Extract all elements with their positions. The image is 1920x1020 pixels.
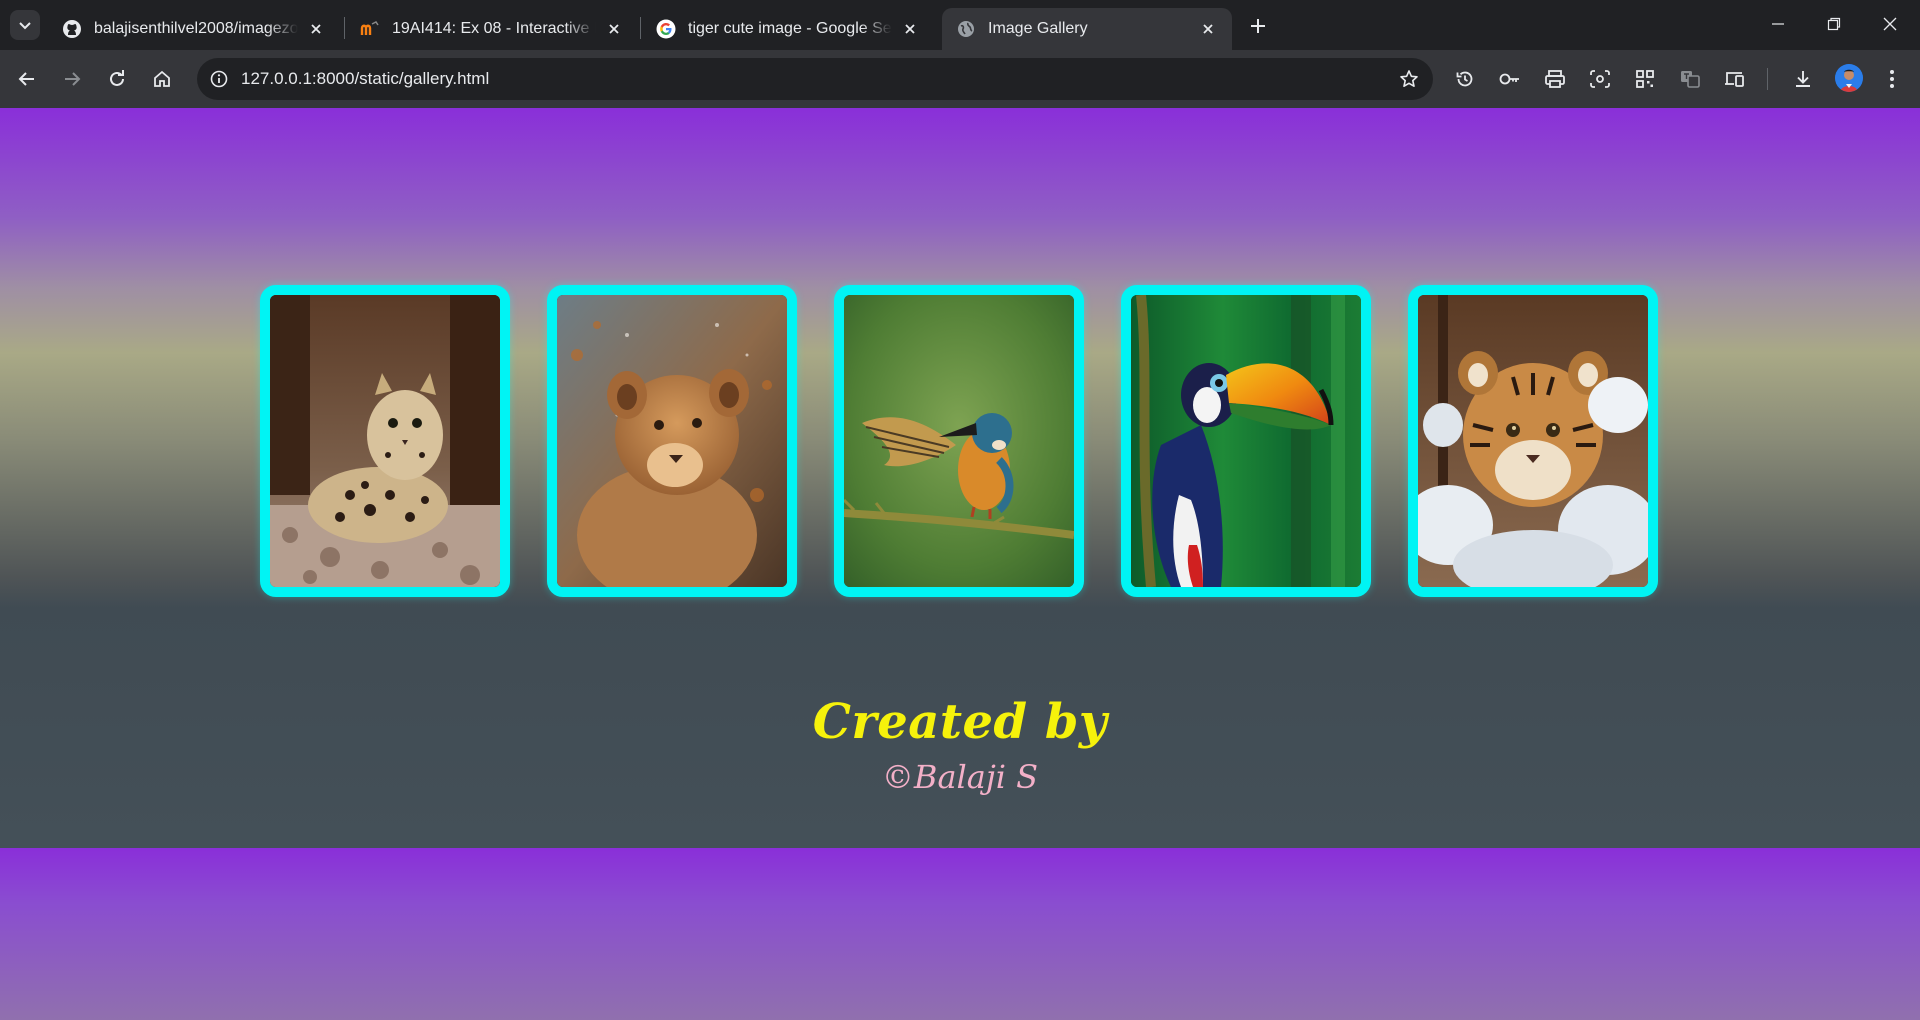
passwords-button[interactable]	[1496, 65, 1524, 93]
tab-separator	[640, 17, 641, 39]
history-icon	[1456, 71, 1473, 87]
page-bottom-band	[0, 848, 1920, 1020]
star-icon	[1400, 70, 1418, 87]
arrow-left-icon	[18, 72, 34, 86]
screenshot-button[interactable]	[1586, 65, 1614, 93]
chevron-down-icon	[19, 22, 31, 30]
tab-title: tiger cute image - Google Searc	[688, 20, 892, 37]
home-button[interactable]	[144, 61, 180, 97]
download-icon	[1796, 71, 1810, 87]
close-tab-icon[interactable]	[306, 19, 326, 39]
tab-bar: balajisenthilvel2008/imagezoom 19AI414: …	[0, 0, 1920, 50]
kingfisher-image	[844, 295, 1074, 587]
close-window-button[interactable]	[1862, 0, 1918, 48]
toolbar-divider	[1767, 68, 1768, 90]
menu-button[interactable]	[1878, 65, 1906, 93]
url-text[interactable]: 127.0.0.1:8000/static/gallery.html	[241, 69, 489, 89]
gallery-item[interactable]	[260, 285, 510, 597]
qr-code-button[interactable]	[1631, 65, 1659, 93]
restore-icon	[1827, 17, 1841, 31]
close-tab-icon[interactable]	[900, 19, 920, 39]
close-tab-icon[interactable]	[604, 19, 624, 39]
camera-icon	[1590, 70, 1610, 88]
downloads-button[interactable]	[1789, 65, 1817, 93]
lion-cub-image	[557, 295, 787, 587]
tab-search-button[interactable]	[10, 10, 40, 40]
tiger-cub-image	[1418, 295, 1648, 587]
minimize-button[interactable]	[1750, 0, 1806, 48]
home-icon	[154, 70, 170, 87]
new-tab-button[interactable]	[1244, 12, 1272, 40]
tab-title: balajisenthilvel2008/imagezoom	[94, 20, 298, 37]
minimize-icon	[1772, 23, 1784, 25]
key-icon	[1499, 73, 1519, 85]
print-button[interactable]	[1541, 65, 1569, 93]
tab-github[interactable]: balajisenthilvel2008/imagezoom	[48, 8, 340, 50]
tab-moodle[interactable]: 19AI414: Ex 08 - Interactive Ima	[346, 8, 638, 50]
restore-button[interactable]	[1806, 0, 1862, 48]
gallery-item[interactable]	[834, 285, 1084, 597]
profile-avatar[interactable]	[1835, 64, 1863, 92]
address-bar[interactable]: 127.0.0.1:8000/static/gallery.html	[197, 58, 1433, 100]
reload-button[interactable]	[99, 61, 135, 97]
created-by-heading: Created by	[812, 694, 1108, 750]
forward-button[interactable]	[54, 61, 90, 97]
browser-toolbar: 127.0.0.1:8000/static/gallery.html	[0, 50, 1920, 108]
tab-image-gallery[interactable]: Image Gallery	[942, 8, 1232, 50]
close-icon	[1883, 17, 1897, 31]
close-tab-icon[interactable]	[1198, 19, 1218, 39]
gallery-item[interactable]	[547, 285, 797, 597]
gallery-item[interactable]	[1121, 285, 1371, 597]
page-viewport: Created by ©Balaji S	[0, 108, 1920, 1020]
reload-icon	[110, 70, 124, 86]
github-icon	[62, 19, 82, 39]
more-vert-icon	[1890, 70, 1894, 88]
ocelot-image	[270, 295, 500, 587]
tab-title: 19AI414: Ex 08 - Interactive Ima	[392, 20, 596, 37]
translate-icon	[1681, 71, 1700, 88]
info-icon	[210, 70, 228, 88]
globe-icon	[956, 19, 976, 39]
cast-button[interactable]	[1721, 65, 1749, 93]
moodle-icon	[360, 19, 380, 39]
printer-icon	[1545, 70, 1565, 88]
google-icon	[656, 19, 676, 39]
site-info-button[interactable]	[203, 63, 235, 95]
tab-title: Image Gallery	[988, 20, 1088, 37]
devices-icon	[1725, 72, 1744, 87]
tab-google-search[interactable]: tiger cute image - Google Searc	[642, 8, 934, 50]
translate-button[interactable]	[1676, 65, 1704, 93]
history-button[interactable]	[1451, 65, 1479, 93]
back-button[interactable]	[9, 61, 45, 97]
gallery-item[interactable]	[1408, 285, 1658, 597]
bookmark-star-button[interactable]	[1397, 67, 1421, 91]
author-credit: ©Balaji S	[881, 758, 1039, 796]
toucan-image	[1131, 295, 1361, 587]
plus-icon	[1251, 19, 1265, 33]
tab-separator	[344, 17, 345, 39]
image-gallery	[260, 285, 1660, 597]
qr-code-icon	[1636, 70, 1654, 88]
arrow-right-icon	[65, 72, 81, 86]
